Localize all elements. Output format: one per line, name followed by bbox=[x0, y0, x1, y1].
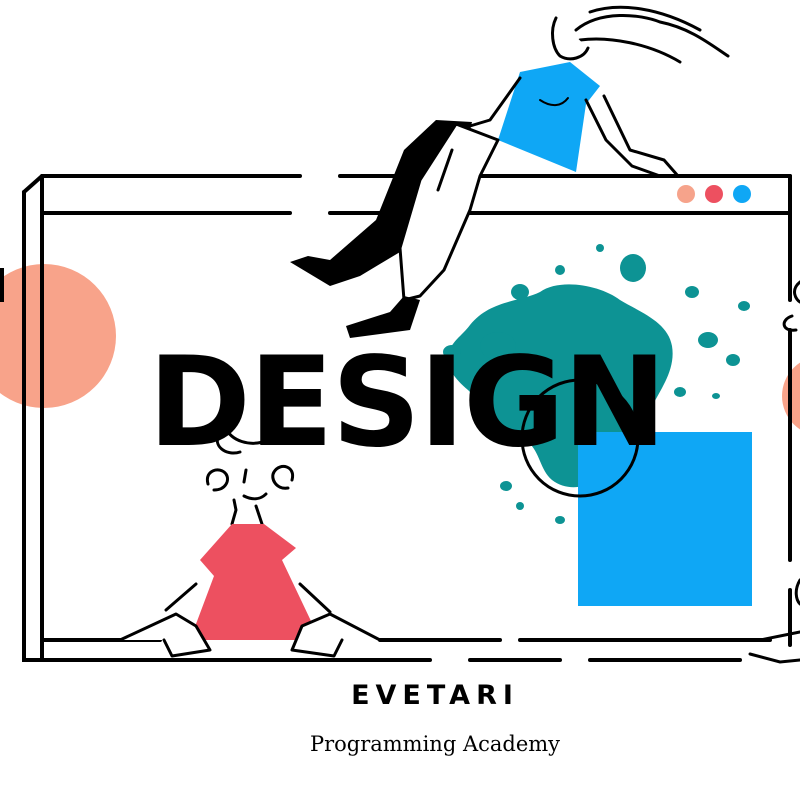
window-dot-blue[interactable] bbox=[733, 185, 751, 203]
sitting-woman bbox=[290, 5, 730, 338]
window-dot-salmon[interactable] bbox=[677, 185, 695, 203]
left-edge-mark bbox=[0, 268, 4, 302]
headline: DESIGN bbox=[148, 331, 667, 475]
brand-name: EVETARI bbox=[351, 680, 519, 711]
window-controls bbox=[677, 185, 751, 203]
edge-figure bbox=[748, 280, 800, 664]
salmon-circle-left bbox=[0, 264, 116, 408]
tagline: Programming Academy bbox=[309, 732, 561, 756]
poster: DESIGN EVETARI Programming Academy bbox=[0, 0, 800, 800]
window-dot-red[interactable] bbox=[705, 185, 723, 203]
